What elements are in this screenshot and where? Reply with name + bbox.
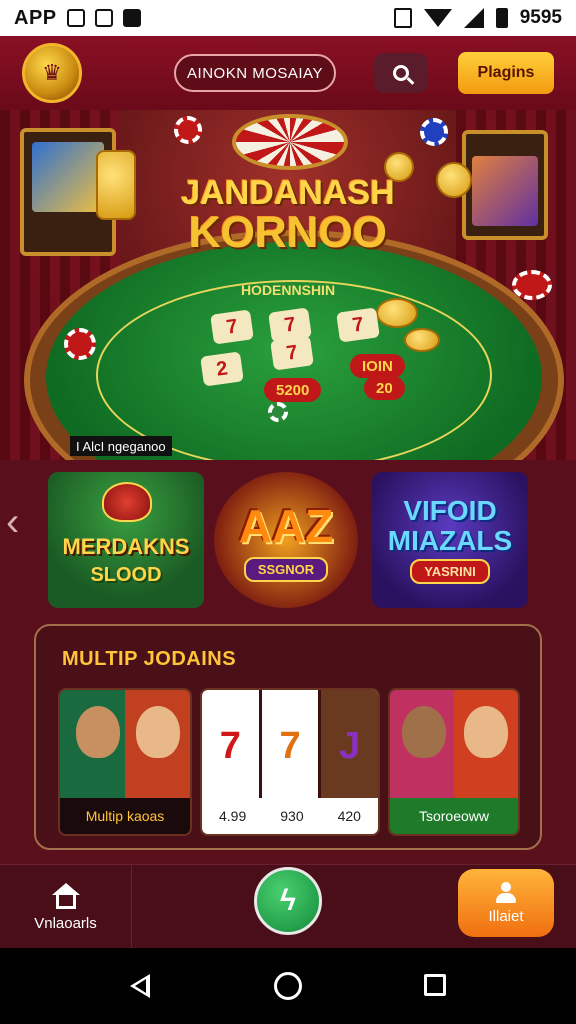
status-right-group: 9595 — [393, 7, 562, 29]
bolt-button[interactable]: ϟ — [254, 867, 322, 935]
nav-home-label: Vnlaoarls — [34, 914, 97, 932]
slot-reels: 7 7 J — [202, 690, 378, 802]
featured-game-title: AAZ — [238, 499, 334, 552]
featured-game-subtitle: SSGNOR — [243, 556, 329, 582]
status-time: 9595 — [519, 7, 562, 28]
vibrate-icon — [393, 8, 412, 28]
card: 2 — [200, 351, 244, 387]
chip-icon — [268, 402, 288, 422]
chevron-left-icon[interactable]: ‹ — [6, 502, 19, 542]
hero-caption: I AlcI ngeganoo — [70, 436, 172, 456]
status-app-label: APP — [14, 6, 57, 29]
search-button[interactable] — [374, 53, 428, 93]
featured-game-card[interactable]: AAZ SSGNOR — [214, 472, 358, 608]
home-icon — [51, 882, 80, 909]
app-header: ♛ AINOKN MOSAIAY Plagins — [0, 36, 576, 110]
battery-icon — [495, 8, 508, 28]
card: 7 — [210, 309, 254, 345]
back-icon[interactable] — [130, 974, 150, 998]
panel-section: MULTIP JODAINS Multip kaoas 7 7 J 4.99 9… — [0, 616, 576, 864]
reel-value: 4.99 — [219, 808, 247, 824]
wifi-icon — [423, 9, 452, 27]
featured-game-subtitle: YASRINI — [410, 558, 490, 584]
tile-label: Multip kaoas — [60, 798, 190, 834]
character-icon — [464, 706, 508, 758]
system-nav-bar — [0, 948, 576, 1024]
notification-icon — [66, 9, 85, 27]
image-icon — [94, 9, 113, 27]
hero-title-line2: KORNOO — [189, 208, 387, 257]
search-icon — [393, 65, 409, 81]
card: 7 — [270, 335, 314, 371]
tile-art — [60, 690, 190, 802]
reel: J — [321, 690, 378, 802]
bet-chip: 20 — [364, 376, 405, 400]
recents-icon[interactable] — [424, 974, 446, 996]
chip-icon — [64, 328, 96, 360]
nav-wallet-label: Illaiet — [488, 907, 524, 925]
bet-chip: 5200 — [264, 378, 322, 402]
character-icon — [136, 706, 180, 758]
user-icon — [495, 881, 517, 904]
reel-value: 420 — [337, 808, 361, 824]
tile-label: Tsoroeoww — [390, 798, 518, 834]
mail-icon — [122, 9, 141, 27]
coin-icon — [404, 328, 440, 352]
featured-games-row: ‹ MERDAKNS SLOOD AAZ SSGNOR VIFOID MIAZA… — [0, 460, 576, 616]
reel-values: 4.99 930 420 — [202, 798, 378, 834]
featured-game-card[interactable]: MERDAKNS SLOOD — [48, 472, 204, 608]
nav-wallet-button[interactable]: Illaiet — [458, 869, 554, 937]
tile-art — [390, 690, 518, 802]
header-title-pill[interactable]: AINOKN MOSAIAY — [174, 54, 336, 92]
chip-icon — [174, 116, 202, 144]
home-circle-icon[interactable] — [274, 972, 302, 1000]
joker-icon — [102, 482, 152, 522]
featured-game-subtitle: SLOOD — [90, 563, 162, 586]
game-tile[interactable]: Tsoroeoww — [388, 688, 520, 836]
reel: 7 — [262, 690, 322, 802]
character-icon — [76, 706, 120, 758]
felt-line — [96, 280, 492, 460]
reel: 7 — [202, 690, 262, 802]
featured-game-card[interactable]: VIFOID MIAZALS YASRINI — [372, 472, 528, 608]
bolt-icon: ϟ — [280, 884, 296, 917]
bet-chip: IOIN — [350, 354, 405, 378]
bottom-nav: Vnlaoarls ϟ Illaiet — [0, 864, 576, 949]
nav-home-button[interactable]: Vnlaoarls — [0, 865, 132, 949]
plugins-button[interactable]: Plagins — [458, 52, 554, 94]
card: 7 — [336, 307, 380, 343]
multi-games-panel: MULTIP JODAINS Multip kaoas 7 7 J 4.99 9… — [34, 624, 542, 850]
signal-icon — [463, 8, 484, 28]
featured-game-title: VIFOID MIAZALS — [387, 495, 513, 556]
hero-banner[interactable]: JANDANASH KORNOO HODENNSHIN 7 7 7 2 7 52… — [0, 110, 576, 460]
slot-tile[interactable]: 7 7 J 4.99 930 420 — [200, 688, 380, 836]
felt-label: HODENNSHIN — [240, 282, 336, 298]
reel-value: 930 — [280, 808, 304, 824]
coin-icon — [376, 298, 418, 328]
chip-icon — [420, 118, 448, 146]
status-bar: APP 9595 — [0, 0, 576, 36]
character-icon — [402, 706, 446, 758]
roulette-wheel-icon — [232, 114, 348, 170]
panel-title: MULTIP JODAINS — [62, 648, 237, 670]
featured-game-title: MERDAKNS — [62, 533, 190, 559]
jester-logo-icon[interactable]: ♛ — [22, 43, 82, 103]
game-tile[interactable]: Multip kaoas — [58, 688, 192, 836]
